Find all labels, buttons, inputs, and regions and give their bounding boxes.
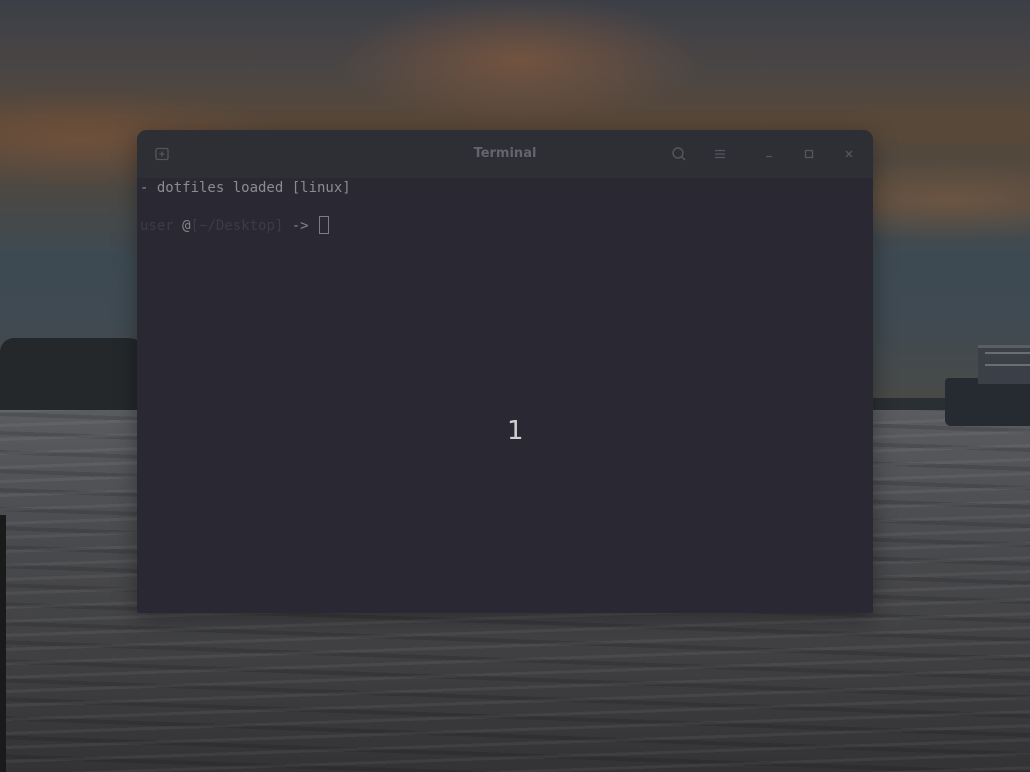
prompt-at: @ xyxy=(182,218,191,234)
menu-button[interactable] xyxy=(707,142,733,166)
window-titlebar[interactable]: Terminal xyxy=(137,130,873,178)
wallpaper-treeline xyxy=(0,338,150,410)
maximize-button[interactable] xyxy=(796,142,822,166)
wallpaper-boat-rail xyxy=(985,352,1030,366)
prompt-arrow: -> xyxy=(291,218,309,234)
terminal-line-dotfiles: - dotfiles loaded [linux] xyxy=(140,180,351,196)
maximize-icon xyxy=(804,149,814,159)
hamburger-menu-icon xyxy=(715,149,725,159)
terminal-cursor xyxy=(319,216,330,234)
workspace-number: 1 xyxy=(507,416,524,446)
close-icon xyxy=(845,150,853,158)
minimize-button[interactable] xyxy=(756,142,782,166)
terminal-output[interactable]: - dotfiles loaded [linux] user @[~/Deskt… xyxy=(137,178,873,613)
minimize-icon xyxy=(766,155,772,158)
terminal-window[interactable]: Terminal - dotfiles loaded [linux] user … xyxy=(137,130,873,613)
search-button[interactable] xyxy=(666,142,692,166)
wallpaper-boat xyxy=(945,378,1030,426)
prompt-user: user xyxy=(140,218,174,234)
terminal-prompt-line[interactable]: user @[~/Desktop] -> xyxy=(140,216,330,234)
close-button[interactable] xyxy=(836,142,862,166)
left-edge-strip xyxy=(0,515,6,772)
prompt-path: [~/Desktop] xyxy=(190,218,284,234)
search-icon xyxy=(672,147,686,161)
